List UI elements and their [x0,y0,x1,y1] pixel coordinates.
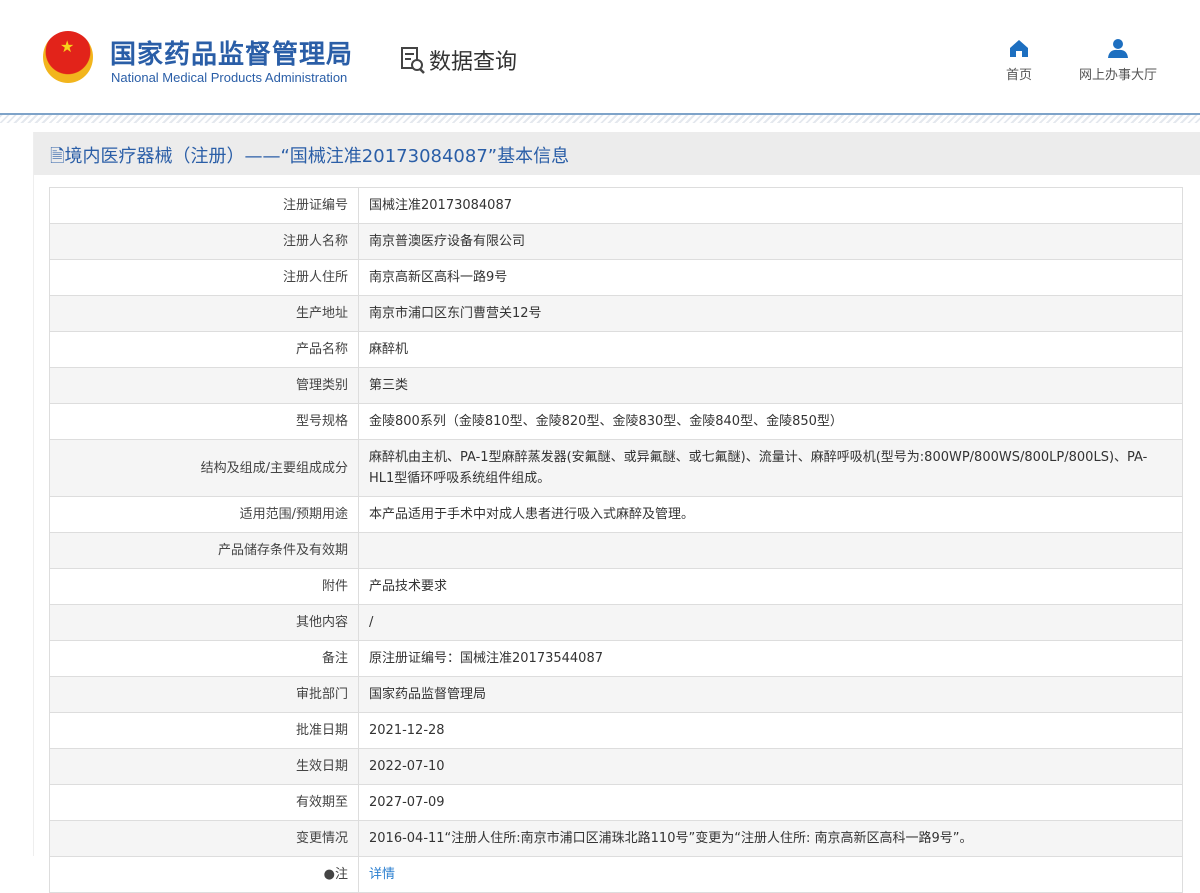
row-label: 生效日期 [49,748,359,785]
nav-online-hall-label: 网上办事大厅 [1078,68,1157,83]
row-value: 2027-07-09 [358,784,1183,821]
table-row: 生效日期 2022-07-10 [49,748,1183,785]
row-label: 型号规格 [49,403,359,440]
table-row: 产品名称 麻醉机 [49,331,1183,368]
table-row: 适用范围/预期用途 本产品适用于手术中对成人患者进行吸入式麻醉及管理。 [49,496,1183,533]
row-label: 产品名称 [49,331,359,368]
site-title: 国家药品监督管理局 [110,40,354,70]
row-label: 适用范围/预期用途 [49,496,359,533]
row-label: 批准日期 [49,712,359,749]
row-label: 生产地址 [49,295,359,332]
site-title-en: National Medical Products Administration [111,70,348,85]
table-row: 注册证编号 国械注准20173084087 [49,187,1183,224]
row-value: 金陵800系列（金陵810型、金陵820型、金陵830型、金陵840型、金陵85… [358,403,1183,440]
table-row: 备注 原注册证编号：国械注准20173544087 [49,640,1183,677]
row-value: 本产品适用于手术中对成人患者进行吸入式麻醉及管理。 [358,496,1183,533]
row-value: 原注册证编号：国械注准20173544087 [358,640,1183,677]
table-row-note: ●注 详情 [49,856,1183,893]
row-value: 麻醉机由主机、PA-1型麻醉蒸发器(安氟醚、或异氟醚、或七氟醚)、流量计、麻醉呼… [358,439,1183,497]
site-header: ★ 国家药品监督管理局 National Medical Products Ad… [0,0,1200,115]
row-value: 产品技术要求 [358,568,1183,605]
table-row: 批准日期 2021-12-28 [49,712,1183,749]
nav-online-hall[interactable]: 网上办事大厅 [1074,38,1162,83]
table-row: 注册人住所 南京高新区高科一路9号 [49,259,1183,296]
table-row: 管理类别 第三类 [49,367,1183,404]
row-label: 注册人住所 [49,259,359,296]
row-value: 2016-04-11“注册人住所:南京市浦口区浦珠北路110号”变更为“注册人住… [358,820,1183,857]
row-value: 南京市浦口区东门曹营关12号 [358,295,1183,332]
table-row: 生产地址 南京市浦口区东门曹营关12号 [49,295,1183,332]
table-row: 产品储存条件及有效期 [49,532,1183,569]
row-label: 其他内容 [49,604,359,641]
row-label: 注册人名称 [49,223,359,260]
home-icon [1000,38,1038,64]
row-value: 详情 [358,856,1183,893]
national-emblem-logo: ★ [43,31,93,83]
row-value: 国家药品监督管理局 [358,676,1183,713]
table-row: 型号规格 金陵800系列（金陵810型、金陵820型、金陵830型、金陵840型、… [49,403,1183,440]
row-value: 2021-12-28 [358,712,1183,749]
table-row: 审批部门 国家药品监督管理局 [49,676,1183,713]
row-label: 产品储存条件及有效期 [49,532,359,569]
table-row: 注册人名称 南京普澳医疗设备有限公司 [49,223,1183,260]
user-icon [1074,38,1162,64]
row-label: 注册证编号 [49,187,359,224]
details-link[interactable]: 详情 [369,867,395,882]
header-divider [0,115,1200,123]
page-title: 🗎境内医疗器械（注册）——“国械注准20173084087”基本信息 [34,132,1200,175]
pin-icon: ● [323,867,335,882]
table-row: 有效期至 2027-07-09 [49,784,1183,821]
row-value: 南京普澳医疗设备有限公司 [358,223,1183,260]
table-row: 变更情况 2016-04-11“注册人住所:南京市浦口区浦珠北路110号”变更为“… [49,820,1183,857]
row-label: 备注 [49,640,359,677]
row-label: 变更情况 [49,820,359,857]
row-label: 审批部门 [49,676,359,713]
row-label: ●注 [49,856,359,893]
nav-home-label: 首页 [1005,68,1032,83]
table-row: 其他内容 / [49,604,1183,641]
row-value [358,532,1183,569]
row-value: 国械注准20173084087 [358,187,1183,224]
detail-table: 注册证编号 国械注准20173084087 注册人名称 南京普澳医疗设备有限公司 注册人… [49,187,1183,893]
row-value: 第三类 [358,367,1183,404]
document-search-icon [400,46,426,74]
row-value: 南京高新区高科一路9号 [358,259,1183,296]
row-label: 结构及组成/主要组成成分 [49,439,359,497]
row-value: 麻醉机 [358,331,1183,368]
row-label: 有效期至 [49,784,359,821]
row-value: / [358,604,1183,641]
row-value: 2022-07-10 [358,748,1183,785]
document-icon: 🗎 [50,146,65,167]
table-row: 附件 产品技术要求 [49,568,1183,605]
row-label: 管理类别 [49,367,359,404]
data-query-link[interactable]: 数据查询 [400,44,517,76]
detail-panel: 🗎境内医疗器械（注册）——“国械注准20173084087”基本信息 注册证编号… [33,132,1200,893]
nav-home[interactable]: 首页 [1000,38,1038,83]
row-label: 附件 [49,568,359,605]
data-query-label: 数据查询 [429,50,518,75]
table-row: 结构及组成/主要组成成分 麻醉机由主机、PA-1型麻醉蒸发器(安氟醚、或异氟醚、或… [49,439,1183,497]
